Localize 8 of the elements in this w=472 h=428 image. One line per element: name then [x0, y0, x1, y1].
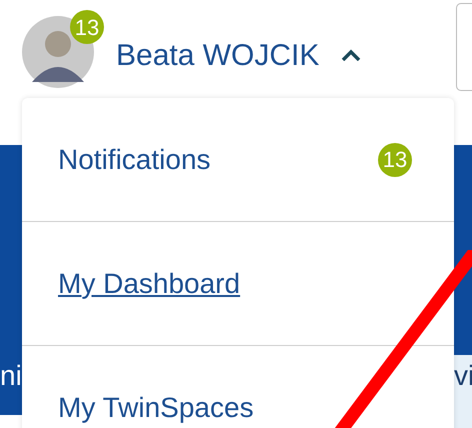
notification-badge: 13	[378, 142, 412, 176]
text-fragment: ni	[0, 360, 22, 392]
text-fragment: vi	[454, 360, 472, 392]
menu-item[interactable]: Notifications	[58, 138, 211, 180]
menu-item[interactable]: My TwinSpaces	[58, 387, 254, 428]
menu-item[interactable]: My Dashboard	[58, 262, 240, 304]
notification-badge: 13	[70, 10, 104, 44]
user-menu-button[interactable]: Beata WOJCIK	[116, 32, 362, 78]
